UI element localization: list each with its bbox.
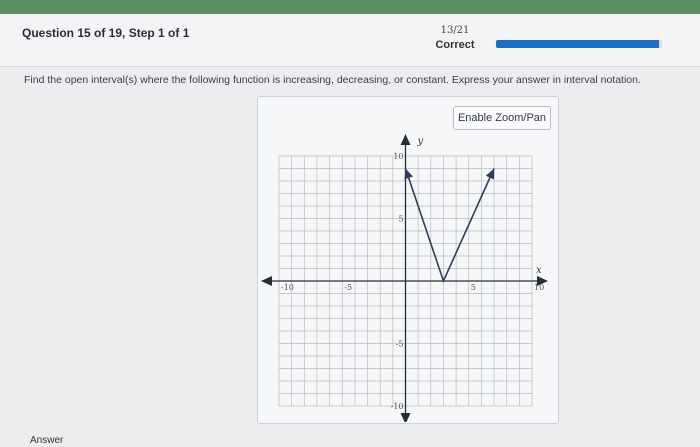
question-prompt: Find the open interval(s) where the foll…: [24, 74, 641, 86]
score-fraction: 13/21: [440, 25, 470, 36]
score-block: 13/21 Correct: [425, 24, 485, 52]
progress-bar: [496, 40, 662, 48]
answer-label: Answer: [30, 435, 64, 446]
curve-arrow-left: [404, 168, 413, 180]
status-label: Correct: [435, 39, 475, 51]
x-tick-label: -10: [281, 283, 294, 292]
x-axis-label: x: [536, 265, 542, 276]
y-tick-label: -5: [396, 340, 404, 349]
x-axis-arrow-left: [261, 276, 272, 286]
question-label: Question 15 of 19, Step 1 of 1: [22, 26, 190, 40]
y-tick-label: -10: [391, 402, 404, 411]
y-axis-arrow-up: [400, 134, 411, 145]
function-graph: -10 -5 5 10 10 5 -5 -10 x y: [261, 134, 548, 422]
x-tick-label: 10: [534, 283, 544, 292]
progress-fill: [496, 40, 659, 48]
y-tick-label: 5: [398, 215, 403, 224]
y-tick-label: 10: [393, 152, 403, 161]
x-tick-label: -5: [344, 283, 352, 292]
question-header: Question 15 of 19, Step 1 of 1 13/21 Cor…: [0, 14, 700, 67]
curve-path: [404, 168, 495, 284]
y-axis-label: y: [417, 136, 424, 147]
y-axis-arrow-down: [400, 413, 411, 422]
x-tick-label: 5: [471, 283, 476, 292]
